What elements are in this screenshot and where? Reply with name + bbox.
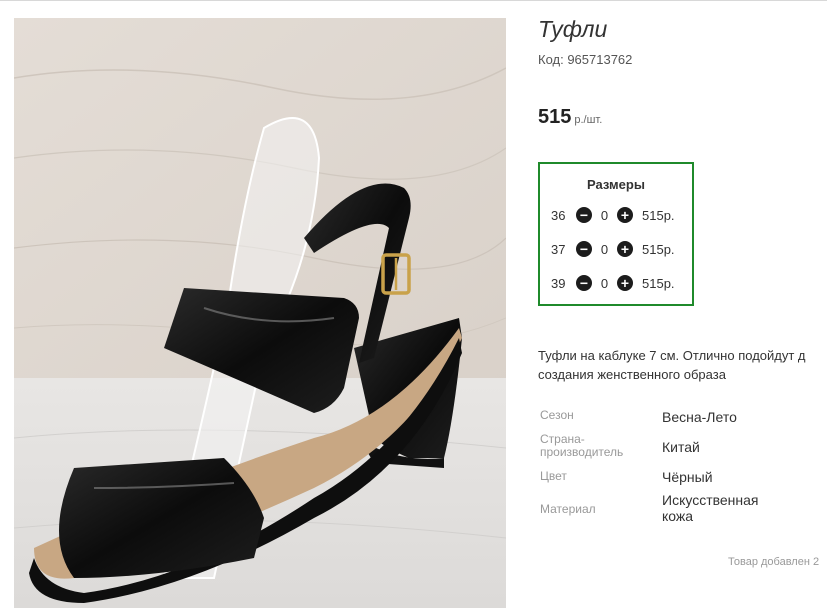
property-label: Цвет (540, 469, 567, 483)
minus-circle-icon[interactable]: − (576, 275, 592, 291)
description-line: Туфли на каблуке 7 см. Отлично подойдут … (538, 348, 806, 363)
property-label: Страна-производитель (540, 432, 624, 459)
size-number: 37 (551, 241, 566, 257)
property-label: Материал (540, 502, 596, 516)
property-value: Китай (662, 439, 700, 455)
price-value: 515 (538, 106, 572, 128)
product-title: Туфли (538, 16, 608, 42)
top-divider (0, 0, 827, 1)
size-price: 515р. (642, 207, 675, 223)
sizes-title: Размеры (587, 177, 645, 192)
property-value: Чёрный (662, 469, 713, 485)
size-quantity: 0 (600, 275, 609, 291)
plus-circle-icon[interactable]: + (617, 241, 633, 257)
minus-circle-icon[interactable]: − (576, 241, 592, 257)
size-number: 39 (551, 275, 566, 291)
size-number: 36 (551, 207, 566, 223)
size-price: 515р. (642, 241, 675, 257)
size-quantity: 0 (600, 241, 609, 257)
size-row-39: 39 − 0 + 515р. (551, 273, 675, 293)
plus-circle-icon[interactable]: + (617, 207, 633, 223)
product-description: Туфли на каблуке 7 см. Отлично подойдут … (538, 346, 827, 384)
property-label: Сезон (540, 408, 574, 422)
size-quantity: 0 (600, 207, 609, 223)
minus-circle-icon[interactable]: − (576, 207, 592, 223)
sizes-panel: Размеры 36 − 0 + 515р. 37 − 0 + 515р. 39… (538, 162, 694, 306)
price-unit: р./шт. (574, 114, 603, 126)
property-value: Искусственная кожа (662, 492, 759, 524)
added-date: Товар добавлен 2 (728, 556, 820, 568)
product-code: Код: 965713762 (538, 52, 633, 67)
product-price: 515 р./шт. (538, 106, 602, 129)
size-price: 515р. (642, 275, 675, 291)
property-value: Весна-Лето (662, 409, 737, 425)
description-line: создания женственного образа (538, 367, 726, 382)
product-photo[interactable] (14, 18, 506, 608)
size-row-37: 37 − 0 + 515р. (551, 239, 675, 259)
plus-circle-icon[interactable]: + (617, 275, 633, 291)
size-row-36: 36 − 0 + 515р. (551, 205, 675, 225)
